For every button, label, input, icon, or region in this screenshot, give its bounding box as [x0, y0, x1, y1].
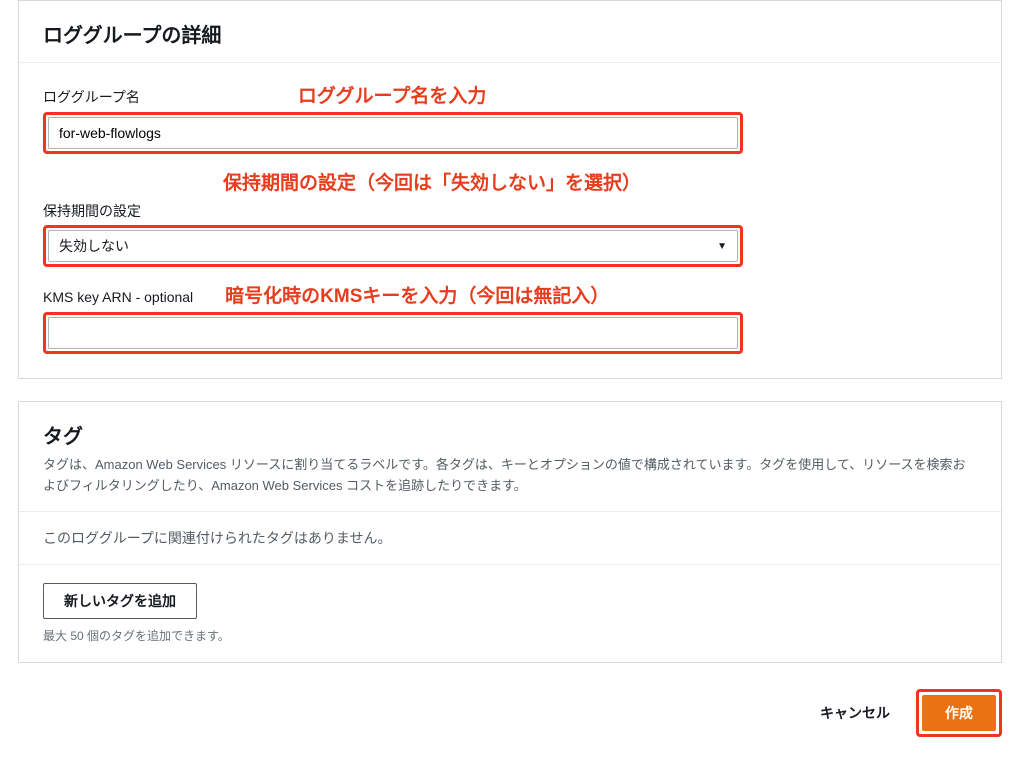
- tags-heading: タグ: [43, 420, 977, 449]
- highlight-box-retention: 失効しない ▼: [43, 225, 743, 267]
- tags-header: タグ タグは、Amazon Web Services リソースに割り当てるラベル…: [19, 402, 1001, 512]
- retention-select[interactable]: 失効しない ▼: [48, 230, 738, 262]
- tags-actions: 新しいタグを追加 最大 50 個のタグを追加できます。: [19, 565, 1001, 662]
- tags-empty-message: このロググループに関連付けられたタグはありません。: [19, 512, 1001, 565]
- highlight-box-submit: 作成: [916, 689, 1002, 737]
- details-body: ロググループ名 ロググループ名を入力 保持期間の設定（今回は「失効しない」を選択…: [19, 63, 1001, 378]
- chevron-down-icon: ▼: [717, 241, 727, 252]
- cancel-button[interactable]: キャンセル: [808, 697, 902, 729]
- add-tag-button[interactable]: 新しいタグを追加: [43, 583, 197, 619]
- annotation-retention: 保持期間の設定（今回は「失効しない」を選択）: [223, 168, 641, 195]
- field-retention: 保持期間の設定（今回は「失効しない」を選択） 保持期間の設定 失効しない ▼: [43, 168, 977, 267]
- kms-label: KMS key ARN - optional: [43, 289, 193, 305]
- kms-arn-input[interactable]: [48, 317, 738, 349]
- retention-label: 保持期間の設定: [43, 201, 141, 221]
- annotation-name: ロググループ名を入力: [298, 81, 486, 108]
- log-group-name-input[interactable]: [48, 117, 738, 149]
- tags-description: タグは、Amazon Web Services リソースに割り当てるラベルです。…: [43, 455, 977, 497]
- tags-panel: タグ タグは、Amazon Web Services リソースに割り当てるラベル…: [18, 401, 1002, 663]
- details-heading: ロググループの詳細: [43, 19, 977, 48]
- form-footer: キャンセル 作成: [18, 685, 1002, 741]
- field-kms: KMS key ARN - optional 暗号化時のKMSキーを入力（今回は…: [43, 281, 977, 354]
- highlight-box-name: [43, 112, 743, 154]
- details-header: ロググループの詳細: [19, 1, 1001, 63]
- log-group-name-label: ロググループ名: [43, 87, 140, 107]
- create-button[interactable]: 作成: [922, 695, 996, 731]
- log-group-details-panel: ロググループの詳細 ロググループ名 ロググループ名を入力 保持期間の設定（今回は…: [18, 0, 1002, 379]
- annotation-kms: 暗号化時のKMSキーを入力（今回は無記入）: [225, 281, 609, 308]
- field-log-group-name: ロググループ名 ロググループ名を入力: [43, 81, 977, 154]
- highlight-box-kms: [43, 312, 743, 354]
- tags-hint: 最大 50 個のタグを追加できます。: [43, 627, 977, 644]
- retention-value: 失効しない: [59, 236, 129, 256]
